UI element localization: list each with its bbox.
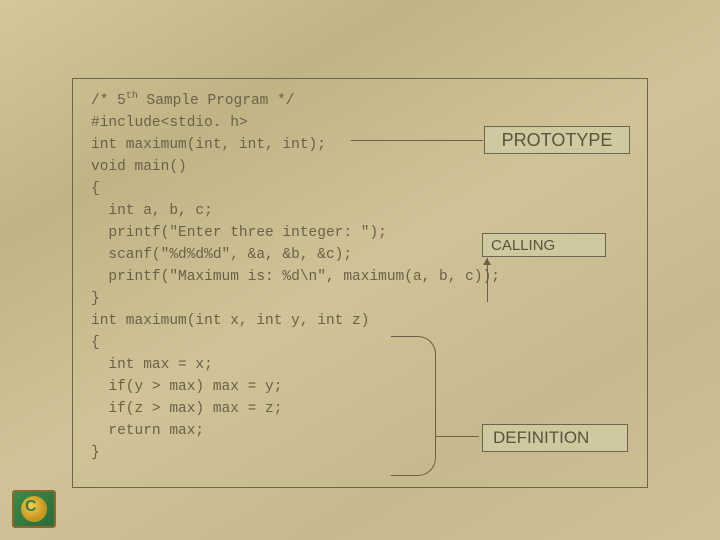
connector-line-definition — [435, 436, 479, 437]
code-line-func-sig: int maximum(int x, int y, int z) — [91, 310, 629, 332]
comment-prefix: /* 5 — [91, 93, 126, 109]
label-prototype-text: PROTOTYPE — [502, 130, 613, 151]
code-line-open-brace: { — [91, 178, 629, 200]
logo-letter: C — [25, 498, 37, 516]
comment-suffix: Sample Program */ — [138, 93, 295, 109]
label-calling-text: CALLING — [491, 237, 555, 254]
connector-line-prototype — [351, 140, 483, 141]
logo-inner-icon: C — [21, 496, 47, 522]
code-line-comment: /* 5th Sample Program */ — [91, 89, 629, 112]
code-line-maxdecl: int max = x; — [91, 354, 629, 376]
bracket-definition — [391, 336, 436, 476]
code-line-if1: if(y > max) max = y; — [91, 376, 629, 398]
code-line-if2: if(z > max) max = z; — [91, 398, 629, 420]
label-definition: DEFINITION — [482, 424, 628, 452]
label-prototype: PROTOTYPE — [484, 126, 630, 154]
code-line-printf2: printf("Maximum is: %d\n", maximum(a, b,… — [91, 266, 629, 288]
label-definition-text: DEFINITION — [493, 428, 589, 448]
label-calling: CALLING — [482, 233, 606, 257]
code-line-decl: int a, b, c; — [91, 200, 629, 222]
code-line-main-sig: void main() — [91, 156, 629, 178]
code-line-open2: { — [91, 332, 629, 354]
code-line-close-brace: } — [91, 288, 629, 310]
comment-sup: th — [126, 91, 138, 102]
logo-icon: C — [12, 490, 56, 528]
arrow-up-icon — [483, 258, 491, 265]
